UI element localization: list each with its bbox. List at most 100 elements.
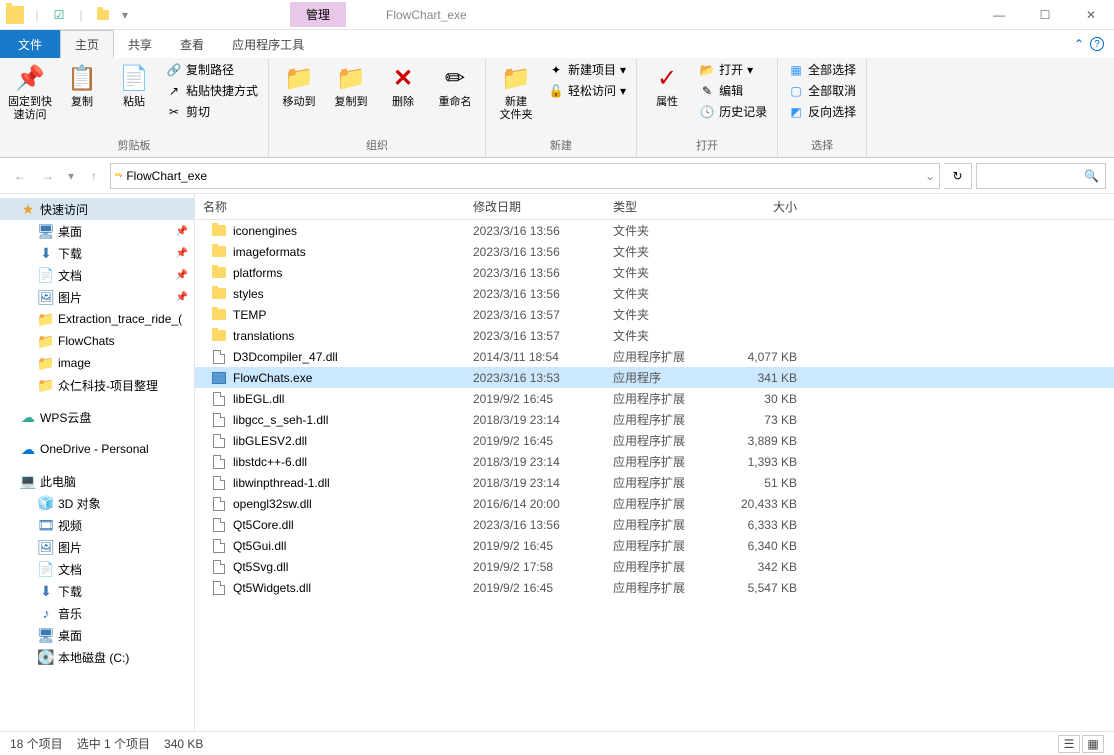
file-row[interactable]: Qt5Core.dll2023/3/16 13:56应用程序扩展6,333 KB [195, 514, 1114, 535]
refresh-button[interactable]: ↻ [944, 163, 972, 189]
copy-path-button[interactable]: 🔗复制路径 [162, 60, 262, 79]
nav-item[interactable]: ⬇下载 [0, 580, 194, 602]
file-type: 应用程序扩展 [605, 558, 725, 575]
rename-button[interactable]: ✏重命名 [431, 60, 479, 111]
nav-item[interactable]: 📁Extraction_trace_ride_( [0, 308, 194, 330]
forward-button[interactable]: → [36, 164, 60, 188]
nav-item[interactable]: 💽本地磁盘 (C:) [0, 646, 194, 668]
view-tab[interactable]: 查看 [166, 30, 218, 58]
nav-item[interactable]: 🖼图片📌 [0, 286, 194, 308]
nav-item[interactable]: 💻此电脑 [0, 470, 194, 492]
file-row[interactable]: styles2023/3/16 13:56文件夹 [195, 283, 1114, 304]
history-button[interactable]: 🕓历史记录 [695, 102, 771, 121]
up-button[interactable]: ↑ [82, 164, 106, 188]
file-size: 342 KB [725, 560, 805, 574]
nav-item[interactable]: ♪音乐 [0, 602, 194, 624]
file-row[interactable]: iconengines2023/3/16 13:56文件夹 [195, 220, 1114, 241]
nav-item[interactable]: ⬇下载📌 [0, 242, 194, 264]
file-row[interactable]: libEGL.dll2019/9/2 16:45应用程序扩展30 KB [195, 388, 1114, 409]
nav-item[interactable]: 🧊3D 对象 [0, 492, 194, 514]
copy-button[interactable]: 📋复制 [58, 60, 106, 111]
nav-item[interactable]: 📁众仁科技-项目整理 [0, 374, 194, 396]
nav-item[interactable]: 📄文档📌 [0, 264, 194, 286]
file-row[interactable]: opengl32sw.dll2016/6/14 20:00应用程序扩展20,43… [195, 493, 1114, 514]
paste-button[interactable]: 📄粘贴 [110, 60, 158, 111]
home-tab[interactable]: 主页 [60, 30, 114, 58]
file-row[interactable]: platforms2023/3/16 13:56文件夹 [195, 262, 1114, 283]
search-box[interactable]: 🔍 [976, 163, 1106, 189]
address-box[interactable]: › FlowChart_exe ⌄ [110, 163, 940, 189]
nav-item-label: 图片 [58, 289, 82, 306]
share-tab[interactable]: 共享 [114, 30, 166, 58]
edit-button[interactable]: ✎编辑 [695, 81, 771, 100]
nav-item[interactable]: 🖼图片 [0, 536, 194, 558]
main-area: ★快速访问🖥桌面📌⬇下载📌📄文档📌🖼图片📌📁Extraction_trace_r… [0, 194, 1114, 731]
ribbon-collapse-icon[interactable]: ⌃ [1074, 37, 1084, 51]
moveto-button[interactable]: 📁移动到 [275, 60, 323, 111]
pin-quickaccess-button[interactable]: 📌固定到快 速访问 [6, 60, 54, 124]
file-row[interactable]: translations2023/3/16 13:57文件夹 [195, 325, 1114, 346]
apptools-tab[interactable]: 应用程序工具 [218, 30, 318, 58]
nav-item[interactable]: 🖥桌面 [0, 624, 194, 646]
column-type[interactable]: 类型 [605, 198, 725, 215]
view-icons-button[interactable]: ▦ [1082, 735, 1104, 753]
status-bar: 18 个项目 选中 1 个项目 340 KB ☰ ▦ [0, 731, 1114, 755]
newfolder-button[interactable]: 📁新建 文件夹 [492, 60, 540, 124]
nav-item[interactable]: 📁FlowChats [0, 330, 194, 352]
newitem-button[interactable]: ✦新建项目▾ [544, 60, 630, 79]
file-row[interactable]: Qt5Widgets.dll2019/9/2 16:45应用程序扩展5,547 … [195, 577, 1114, 598]
copyto-button[interactable]: 📁复制到 [327, 60, 375, 111]
file-date: 2019/9/2 16:45 [465, 539, 605, 553]
file-name: imageformats [233, 245, 306, 259]
ribbon: 📌固定到快 速访问 📋复制 📄粘贴 🔗复制路径 ↗粘贴快捷方式 ✂剪切 剪贴板 … [0, 58, 1114, 158]
file-row[interactable]: libstdc++-6.dll2018/3/19 23:14应用程序扩展1,39… [195, 451, 1114, 472]
selectnone-button[interactable]: ▢全部取消 [784, 81, 860, 100]
nav-item[interactable]: ★快速访问 [0, 198, 194, 220]
open-button[interactable]: 📂打开▾ [695, 60, 771, 79]
minimize-button[interactable]: — [976, 0, 1022, 30]
file-row[interactable]: libGLESV2.dll2019/9/2 16:45应用程序扩展3,889 K… [195, 430, 1114, 451]
nav-item[interactable]: 📁image [0, 352, 194, 374]
nav-item[interactable]: ☁OneDrive - Personal [0, 438, 194, 460]
file-row[interactable]: libgcc_s_seh-1.dll2018/3/19 23:14应用程序扩展7… [195, 409, 1114, 430]
qat-overflow[interactable]: ▾ [116, 6, 134, 24]
maximize-button[interactable]: ☐ [1022, 0, 1068, 30]
invert-icon: ◩ [788, 104, 804, 120]
file-row[interactable]: FlowChats.exe2023/3/16 13:53应用程序341 KB [195, 367, 1114, 388]
nav-item[interactable]: 📄文档 [0, 558, 194, 580]
nav-item[interactable]: 🎞视频 [0, 514, 194, 536]
address-path[interactable]: FlowChart_exe [126, 169, 207, 183]
address-dropdown[interactable]: ⌄ [925, 169, 935, 183]
file-row[interactable]: Qt5Svg.dll2019/9/2 17:58应用程序扩展342 KB [195, 556, 1114, 577]
cut-button[interactable]: ✂剪切 [162, 102, 262, 121]
column-name[interactable]: 名称 [195, 198, 465, 215]
nav-item-label: 文档 [58, 267, 82, 284]
file-row[interactable]: TEMP2023/3/16 13:57文件夹 [195, 304, 1114, 325]
nav-item[interactable]: ☁WPS云盘 [0, 406, 194, 428]
file-row[interactable]: Qt5Gui.dll2019/9/2 16:45应用程序扩展6,340 KB [195, 535, 1114, 556]
checkbox-icon[interactable]: ☑ [50, 6, 68, 24]
file-row[interactable]: libwinpthread-1.dll2018/3/19 23:14应用程序扩展… [195, 472, 1114, 493]
properties-button[interactable]: ✓属性 [643, 60, 691, 111]
delete-button[interactable]: ✕删除 [379, 60, 427, 111]
recent-dropdown[interactable]: ▾ [64, 164, 78, 188]
file-row[interactable]: imageformats2023/3/16 13:56文件夹 [195, 241, 1114, 262]
manage-context-tab[interactable]: 管理 [290, 2, 346, 27]
easyaccess-button[interactable]: 🔓轻松访问▾ [544, 81, 630, 100]
file-list[interactable]: iconengines2023/3/16 13:56文件夹imageformat… [195, 220, 1114, 731]
file-row[interactable]: D3Dcompiler_47.dll2014/3/11 18:54应用程序扩展4… [195, 346, 1114, 367]
file-date: 2018/3/19 23:14 [465, 413, 605, 427]
column-size[interactable]: 大小 [725, 198, 805, 215]
paste-shortcut-button[interactable]: ↗粘贴快捷方式 [162, 81, 262, 100]
column-date[interactable]: 修改日期 [465, 198, 605, 215]
view-details-button[interactable]: ☰ [1058, 735, 1080, 753]
status-item-count: 18 个项目 [10, 735, 63, 752]
selectall-button[interactable]: ▦全部选择 [784, 60, 860, 79]
nav-item[interactable]: 🖥桌面📌 [0, 220, 194, 242]
navigation-pane[interactable]: ★快速访问🖥桌面📌⬇下载📌📄文档📌🖼图片📌📁Extraction_trace_r… [0, 194, 195, 731]
back-button[interactable]: ← [8, 164, 32, 188]
help-icon[interactable]: ? [1090, 37, 1104, 51]
file-tab[interactable]: 文件 [0, 30, 60, 58]
close-button[interactable]: ✕ [1068, 0, 1114, 30]
invert-button[interactable]: ◩反向选择 [784, 102, 860, 121]
